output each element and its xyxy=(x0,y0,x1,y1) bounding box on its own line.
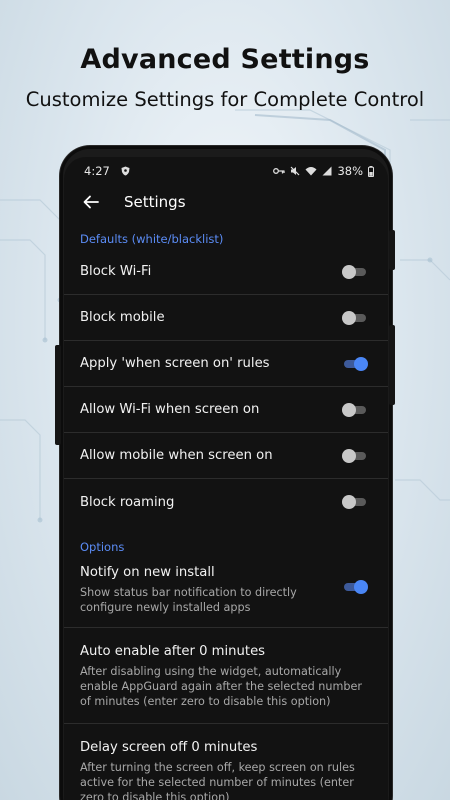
toggle-switch[interactable] xyxy=(342,356,368,372)
mute-icon xyxy=(290,166,300,176)
setting-label: Block roaming xyxy=(80,494,175,510)
setting-title: Auto enable after 0 minutes xyxy=(80,644,266,659)
setting-allow-wifi-screen-on[interactable]: Allow Wi-Fi when screen on xyxy=(64,387,388,433)
signal-icon xyxy=(322,166,332,176)
toggle-switch[interactable] xyxy=(342,264,368,280)
settings-list: Defaults (white/blacklist) Block Wi-Fi B… xyxy=(64,219,388,800)
section-header-defaults: Defaults (white/blacklist) xyxy=(80,232,224,246)
setting-title: Delay screen off 0 minutes xyxy=(80,740,258,755)
status-bar: 4:27 38% xyxy=(64,157,388,185)
phone-side-button xyxy=(389,325,395,405)
setting-block-mobile[interactable]: Block mobile xyxy=(64,295,388,341)
phone-volume-button xyxy=(55,345,61,445)
setting-auto-enable[interactable]: Auto enable after 0 minutes After disabl… xyxy=(64,628,388,724)
section-header-options: Options xyxy=(80,540,125,554)
key-icon xyxy=(273,167,286,175)
setting-label: Block Wi-Fi xyxy=(80,264,152,279)
arrow-back-icon[interactable] xyxy=(80,191,102,213)
setting-block-roaming[interactable]: Block roaming xyxy=(64,479,388,525)
setting-description: After disabling using the widget, automa… xyxy=(80,665,362,708)
phone-screen: 4:27 38% Settings Defaults (white/blackl… xyxy=(64,157,388,800)
setting-label: Allow mobile when screen on xyxy=(80,448,273,463)
promo-subtitle: Customize Settings for Complete Control xyxy=(25,88,425,111)
setting-description: Show status bar notification to directly… xyxy=(80,586,297,614)
toggle-switch[interactable] xyxy=(342,448,368,464)
toggle-switch[interactable] xyxy=(342,494,368,510)
shield-icon xyxy=(121,166,130,176)
status-time: 4:27 xyxy=(84,164,110,178)
battery-percent: 38% xyxy=(337,164,363,178)
promo-title: Advanced Settings xyxy=(80,44,370,75)
toggle-switch[interactable] xyxy=(342,579,368,595)
setting-label: Block mobile xyxy=(80,310,165,325)
toggle-switch[interactable] xyxy=(342,402,368,418)
setting-title: Notify on new install xyxy=(80,565,215,580)
setting-allow-mobile-screen-on[interactable]: Allow mobile when screen on xyxy=(64,433,388,479)
setting-delay-screen-off[interactable]: Delay screen off 0 minutes After turning… xyxy=(64,724,388,800)
setting-label: Allow Wi-Fi when screen on xyxy=(80,402,260,417)
setting-apply-screen-on-rules[interactable]: Apply 'when screen on' rules xyxy=(64,341,388,387)
page-title: Settings xyxy=(124,193,186,211)
app-toolbar: Settings xyxy=(64,185,388,219)
battery-icon xyxy=(368,165,374,177)
wifi-icon xyxy=(305,166,317,176)
setting-notify-new-install[interactable]: Notify on new install Show status bar no… xyxy=(64,557,388,628)
setting-description: After turning the screen off, keep scree… xyxy=(80,761,355,800)
toggle-switch[interactable] xyxy=(342,310,368,326)
phone-power-button xyxy=(389,230,395,270)
setting-label: Apply 'when screen on' rules xyxy=(80,356,270,371)
setting-block-wifi[interactable]: Block Wi-Fi xyxy=(64,249,388,295)
